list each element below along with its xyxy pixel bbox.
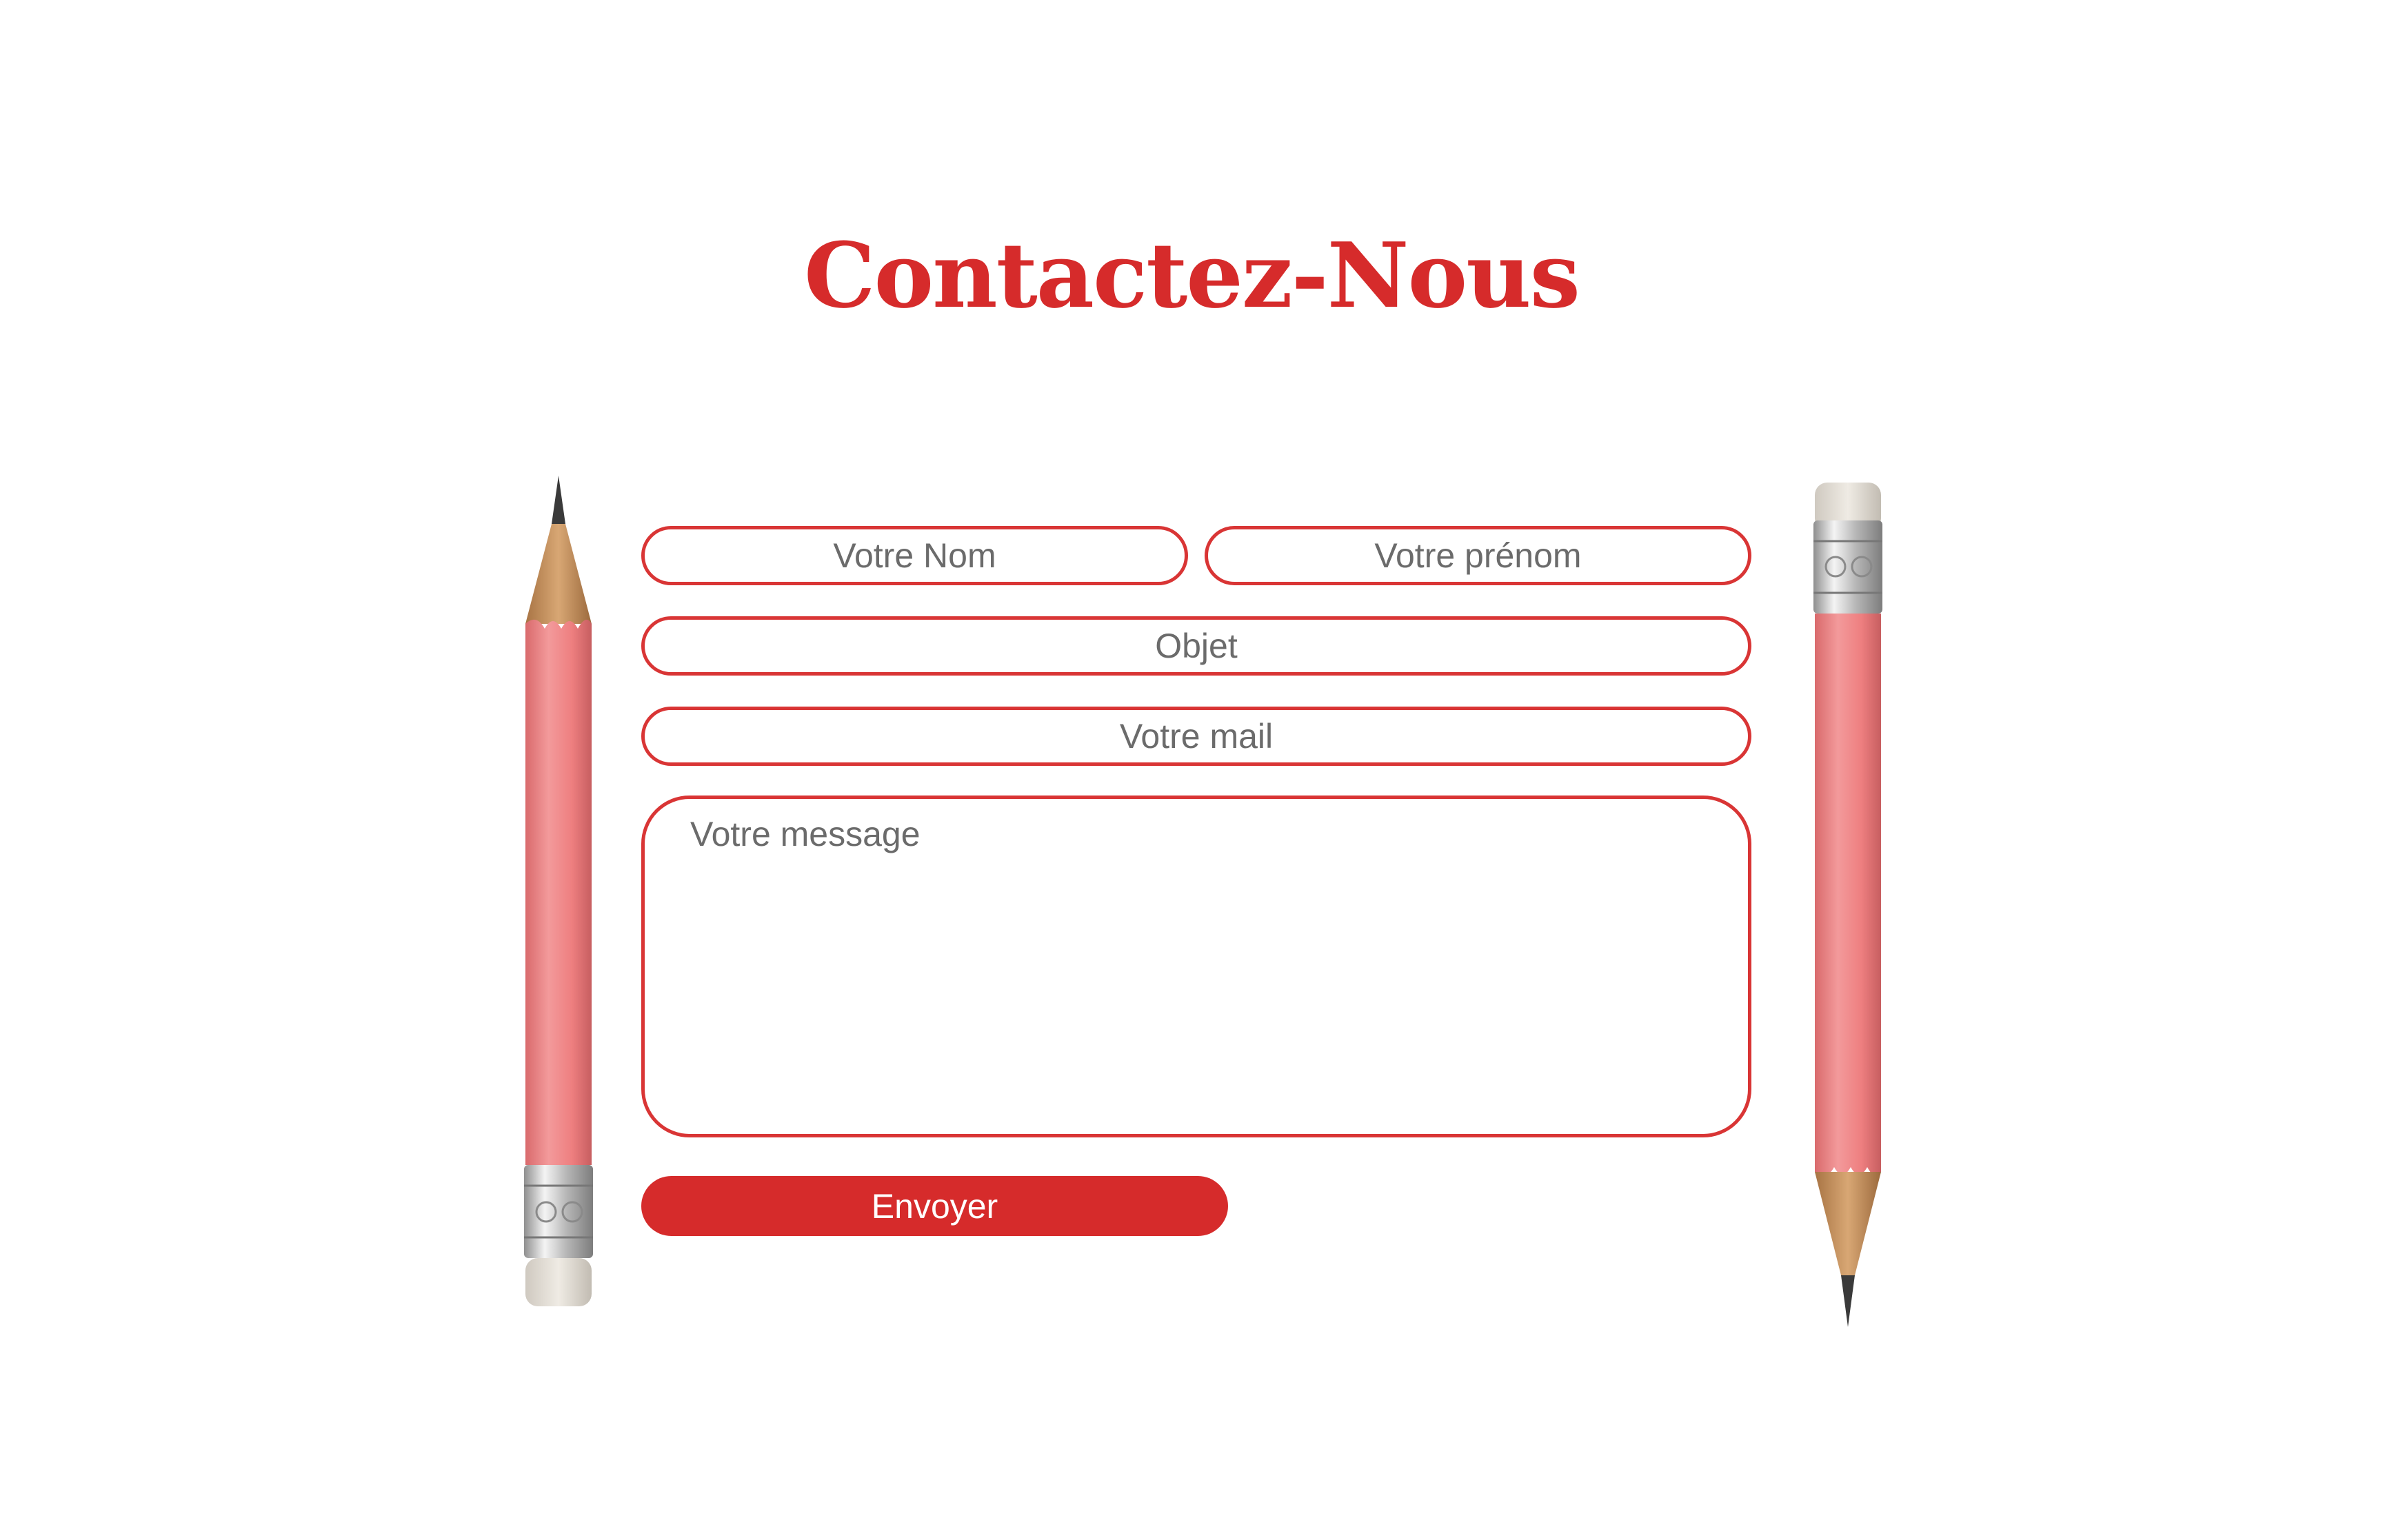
pencil-graphite: [1841, 1275, 1855, 1327]
pencil-wood: [1815, 1172, 1881, 1275]
pencil-eraser: [525, 1258, 592, 1306]
pencil-graphite: [552, 476, 565, 524]
send-button[interactable]: Envoyer: [641, 1176, 1228, 1236]
objet-input[interactable]: [641, 616, 1751, 676]
pencil-body: [525, 619, 592, 1165]
prenom-input[interactable]: [1205, 526, 1751, 585]
pencil-body: [1815, 614, 1881, 1177]
pencil-wood: [525, 524, 592, 624]
left-pencil-icon: [524, 476, 593, 1306]
nom-input[interactable]: [641, 526, 1188, 585]
right-pencil-icon: [1813, 483, 1882, 1327]
mail-input[interactable]: [641, 707, 1751, 766]
message-textarea[interactable]: [641, 796, 1751, 1137]
page-title: Contactez-Nous: [804, 223, 1580, 328]
